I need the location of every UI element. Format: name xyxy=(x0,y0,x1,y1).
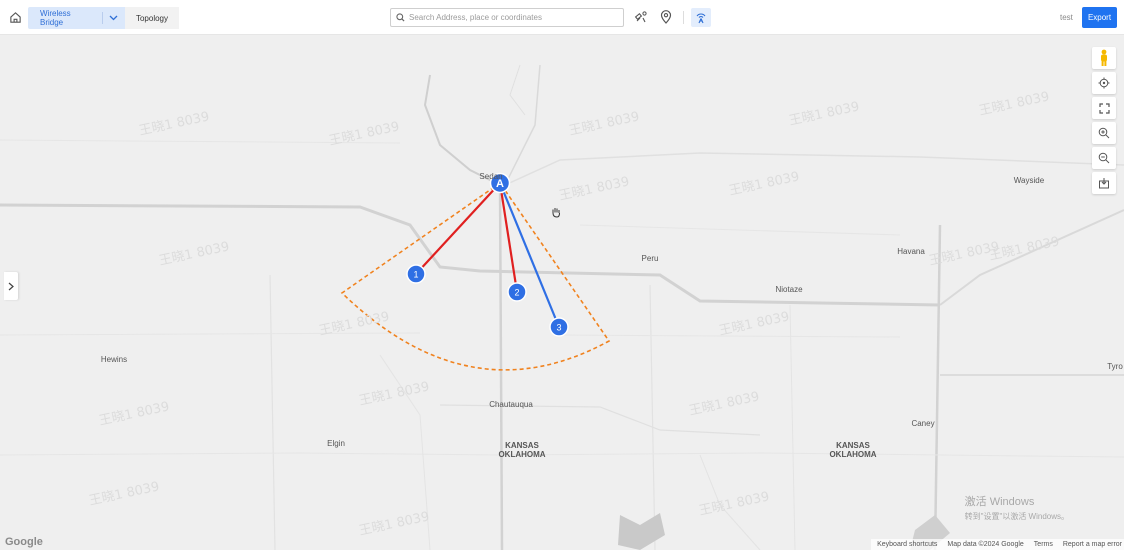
tab-wireless-bridge-label: Wireless Bridge xyxy=(40,9,71,27)
place-label: Tyro xyxy=(1107,362,1123,371)
watermark-text: 王晓1 8039 xyxy=(98,399,171,429)
tab-topology[interactable]: Topology xyxy=(125,7,179,29)
state-border-label: KANSAS OKLAHOMA xyxy=(498,441,545,459)
keyboard-shortcuts-link[interactable]: Keyboard shortcuts xyxy=(877,541,937,548)
home-icon[interactable] xyxy=(6,8,24,26)
activation-subtitle: 转到"设置"以激活 Windows。 xyxy=(964,512,1069,521)
client-marker-label: 2 xyxy=(514,288,519,298)
view-tabs: Wireless Bridge Topology xyxy=(28,7,179,29)
hand-cursor-icon xyxy=(550,205,562,223)
search-icon xyxy=(396,9,405,27)
state-border-label: KANSAS OKLAHOMA xyxy=(829,441,876,459)
terms-link[interactable]: Terms xyxy=(1034,541,1053,548)
search-input[interactable] xyxy=(405,13,623,22)
watermark-text: 王晓1 8039 xyxy=(978,89,1051,119)
report-map-error-link[interactable]: Report a map error xyxy=(1063,541,1122,548)
fullscreen-icon[interactable] xyxy=(1092,97,1116,119)
bridge-link-1 xyxy=(415,182,501,275)
google-logo: Google xyxy=(5,536,43,548)
client-marker-label: 3 xyxy=(556,323,561,333)
map-data-credit: Map data ©2024 Google xyxy=(947,541,1024,548)
state-name: OKLAHOMA xyxy=(498,450,546,459)
top-toolbar: Wireless Bridge Topology test Export xyxy=(0,0,1124,35)
watermark-text: 王晓1 8039 xyxy=(988,234,1061,264)
street-view-pegman-icon[interactable] xyxy=(1092,47,1116,69)
zoom-in-icon[interactable] xyxy=(1092,122,1116,144)
watermark-text: 王晓1 8039 xyxy=(358,379,431,409)
watermark-text: 王晓1 8039 xyxy=(718,309,791,339)
watermark-text: 王晓1 8039 xyxy=(688,389,761,419)
tab-separator xyxy=(102,12,103,24)
toolbar-divider xyxy=(683,11,684,24)
watermark-text: 王晓1 8039 xyxy=(728,169,801,199)
place-label: Sedan xyxy=(479,172,503,181)
watermark-text: 王晓1 8039 xyxy=(698,489,771,519)
map-attribution: Keyboard shortcuts Map data ©2024 Google… xyxy=(871,539,1124,550)
bridge-antenna-icon[interactable] xyxy=(691,8,711,27)
watermark-text: 王晓1 8039 xyxy=(318,309,391,339)
locate-me-icon[interactable] xyxy=(1092,72,1116,94)
state-name: OKLAHOMA xyxy=(829,450,877,459)
user-name[interactable]: test xyxy=(1060,13,1073,22)
watermark-text: 王晓1 8039 xyxy=(328,119,401,149)
search-box xyxy=(390,8,624,27)
place-label: Peru xyxy=(641,254,659,263)
bridge-link-2 xyxy=(498,182,519,293)
tab-wireless-bridge[interactable]: Wireless Bridge xyxy=(28,7,125,29)
place-label: Niotaze xyxy=(775,285,803,294)
state-name: KANSAS xyxy=(836,441,870,450)
map-canvas[interactable]: 王晓1 8039 王晓1 8039 王晓1 8039 王晓1 8039 王晓1 8039… xyxy=(0,35,1124,550)
place-label: Chautauqua xyxy=(489,400,533,409)
save-snapshot-icon[interactable] xyxy=(1092,172,1116,194)
watermark-text: 王晓1 8039 xyxy=(358,509,431,539)
map-controls xyxy=(1092,47,1116,197)
place-label: Elgin xyxy=(327,439,345,448)
map-pin-icon[interactable] xyxy=(658,9,674,25)
state-name: KANSAS xyxy=(505,441,539,450)
watermark-text: 王晓1 8039 xyxy=(88,479,161,509)
sidebar-expand-toggle[interactable] xyxy=(4,272,18,300)
link-overlay: 王晓1 8039 王晓1 8039 王晓1 8039 王晓1 8039 王晓1 8039… xyxy=(88,89,1061,539)
windows-activation-watermark: 激活 Windows 转到"设置"以激活 Windows。 xyxy=(965,493,1069,522)
watermark-text: 王晓1 8039 xyxy=(788,99,861,129)
place-label: Caney xyxy=(911,419,935,428)
activation-title: 激活 Windows xyxy=(964,496,1035,508)
chevron-down-icon[interactable] xyxy=(109,14,118,23)
watermark-text: 王晓1 8039 xyxy=(158,239,231,269)
place-label: Wayside xyxy=(1013,176,1045,185)
tab-topology-label: Topology xyxy=(135,13,169,23)
watermark-text: 王晓1 8039 xyxy=(138,109,211,139)
place-label: Hewins xyxy=(100,355,128,364)
client-marker-label: 1 xyxy=(413,270,418,280)
satellite-location-icon[interactable] xyxy=(633,9,649,25)
zoom-out-icon[interactable] xyxy=(1092,147,1116,169)
watermark-text: 王晓1 8039 xyxy=(568,109,641,139)
export-button[interactable]: Export xyxy=(1082,7,1117,28)
watermark-text: 王晓1 8039 xyxy=(558,174,631,204)
place-label: Havana xyxy=(897,247,925,256)
